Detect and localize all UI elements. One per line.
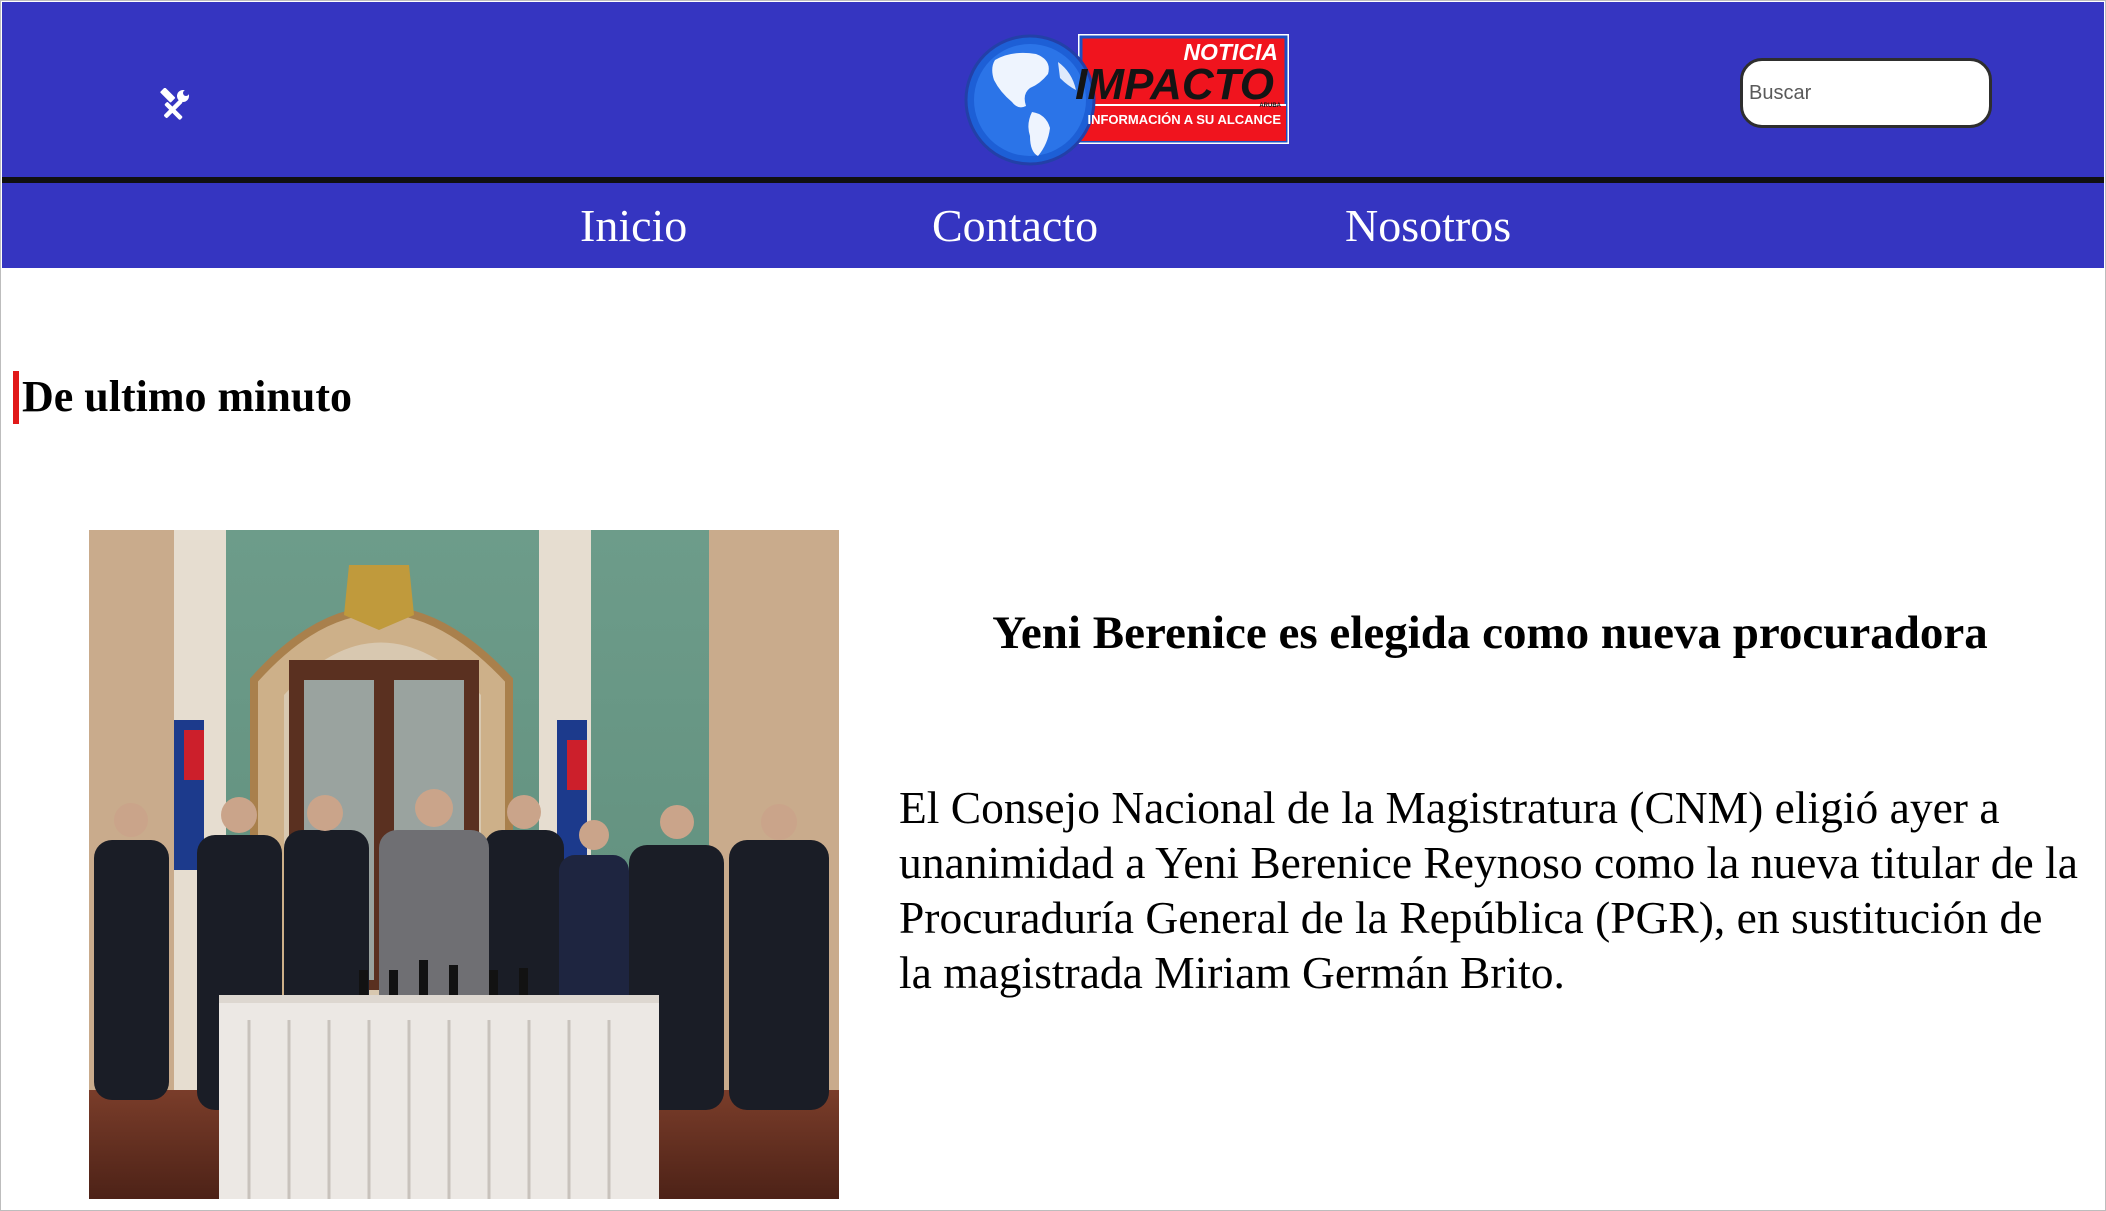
logo-main-text: IMPACTO (1075, 60, 1274, 109)
nav-item-inicio[interactable]: Inicio (580, 200, 687, 252)
section-title: De ultimo minuto (22, 372, 352, 421)
logo-small-text: ARUBA (1259, 103, 1281, 109)
main-nav: Inicio Contacto Nosotros (2, 183, 2104, 268)
logo-tagline: INFORMACIÓN A SU ALCANCE (1087, 112, 1281, 127)
site-header: NOTICIA IMPACTO ARUBA INFORMACIÓN A SU A… (2, 2, 2104, 177)
search-input[interactable] (1740, 58, 1992, 128)
nav-item-contacto[interactable]: Contacto (932, 200, 1098, 252)
article-body: El Consejo Nacional de la Magistratura (… (899, 782, 2078, 998)
tools-icon[interactable] (155, 88, 191, 124)
nav-item-nosotros[interactable]: Nosotros (1345, 200, 1511, 252)
section-accent-bar (13, 371, 19, 424)
site-logo[interactable]: NOTICIA IMPACTO ARUBA INFORMACIÓN A SU A… (960, 32, 1292, 168)
article-photo[interactable] (89, 530, 839, 1199)
article-title[interactable]: Yeni Berenice es elegida como nueva proc… (900, 604, 2080, 662)
